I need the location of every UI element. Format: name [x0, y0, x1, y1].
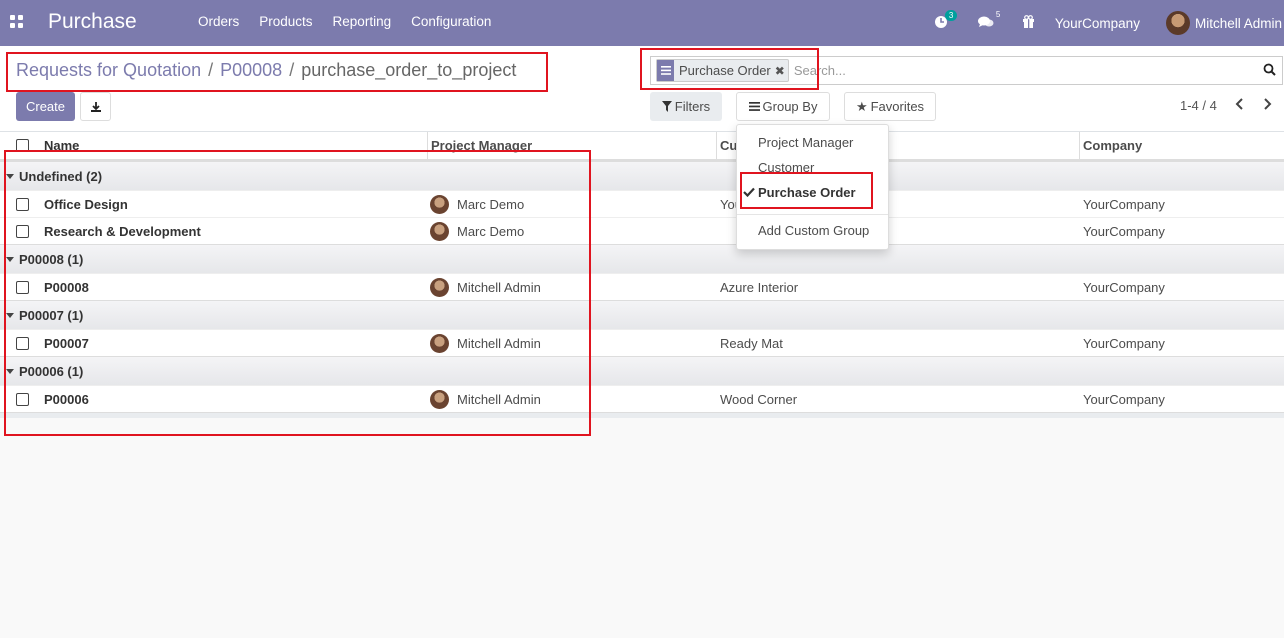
user-menu[interactable]: Mitchell Admin [1165, 11, 1282, 35]
filter-icon [661, 101, 672, 112]
company-switcher[interactable]: YourCompany [1055, 16, 1140, 31]
dropdown-divider [737, 214, 888, 215]
menu-item-configuration[interactable]: Configuration [411, 14, 491, 29]
export-button[interactable] [80, 92, 111, 121]
app-name[interactable]: Purchase [48, 10, 137, 34]
cell-company: YourCompany [1083, 335, 1165, 351]
gift-icon [1022, 15, 1034, 28]
apps-menu-icon[interactable] [10, 15, 23, 28]
main-menu: Orders Products Reporting Configuration [188, 14, 501, 29]
pager-value[interactable]: 1-4 / 4 [1180, 98, 1217, 113]
menu-item-orders[interactable]: Orders [198, 14, 239, 29]
cell-company: YourCompany [1083, 223, 1165, 239]
cell-customer: Ready Mat [720, 335, 783, 351]
menu-item-products[interactable]: Products [259, 14, 312, 29]
group-by-option-project-manager[interactable]: Project Manager [758, 135, 853, 150]
column-header-customer[interactable]: Cu [716, 132, 737, 159]
chevron-right-icon[interactable] [1263, 98, 1272, 113]
bars-icon [748, 102, 760, 111]
activity-count-badge: 3 [944, 9, 958, 21]
star-icon: ★ [855, 98, 868, 114]
add-custom-group-button[interactable]: Add Custom Group [758, 223, 869, 238]
cell-company: YourCompany [1083, 196, 1165, 212]
cell-customer: Azure Interior [720, 279, 799, 295]
column-header-company[interactable]: Company [1079, 132, 1142, 159]
favorites-label: Favorites [870, 99, 925, 114]
filters-label: Filters [674, 99, 711, 114]
group-by-button[interactable]: Group By [736, 92, 830, 121]
highlight-box-breadcrumb [6, 52, 548, 92]
messaging-menu[interactable]: 5 [977, 10, 1000, 32]
gift-menu[interactable] [1022, 15, 1035, 31]
top-navbar: Purchase Orders Products Reporting Confi… [0, 0, 1284, 46]
systray: 3 5 YourCompany Mitchell Admin [934, 0, 1284, 46]
cell-company: YourCompany [1083, 279, 1165, 295]
highlight-box-search-facet [640, 48, 819, 90]
highlight-box-purchase-order-option [740, 172, 873, 209]
search-icon[interactable] [1263, 63, 1276, 79]
cell-company: YourCompany [1083, 391, 1165, 407]
favorites-button[interactable]: ★ Favorites [844, 92, 936, 121]
group-by-label: Group By [762, 99, 818, 114]
activity-menu[interactable]: 3 [934, 9, 958, 32]
chevron-left-icon[interactable] [1235, 98, 1244, 113]
user-avatar [1165, 11, 1190, 35]
create-button[interactable]: Create [16, 92, 75, 121]
download-icon [90, 101, 101, 112]
filters-button[interactable]: Filters [650, 92, 722, 121]
menu-item-reporting[interactable]: Reporting [333, 14, 392, 29]
user-name: Mitchell Admin [1194, 15, 1282, 31]
messages-count-badge: 5 [995, 9, 1001, 19]
highlight-box-grouped-list [4, 150, 591, 436]
cell-customer: Wood Corner [720, 391, 798, 407]
